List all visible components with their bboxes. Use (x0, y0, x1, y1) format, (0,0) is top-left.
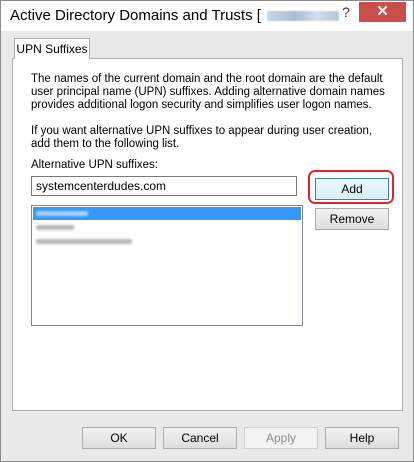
description-text: The names of the current domain and the … (31, 73, 385, 111)
upn-suffix-input[interactable] (31, 176, 297, 196)
list-item[interactable] (33, 235, 301, 248)
dialog-window: Active Directory Domains and Trusts [ ? … (0, 0, 414, 462)
cancel-button[interactable]: Cancel (163, 427, 237, 449)
upn-suffix-list[interactable] (31, 205, 303, 326)
remove-button[interactable]: Remove (315, 208, 389, 230)
redacted-server-name (266, 11, 339, 22)
title-help-button[interactable]: ? (333, 2, 359, 22)
redacted-suffix (36, 211, 88, 216)
apply-button[interactable]: Apply (244, 427, 318, 449)
window-title: Active Directory Domains and Trusts [ (10, 7, 339, 24)
redacted-suffix (36, 239, 132, 244)
list-item[interactable] (33, 221, 301, 234)
help-button[interactable]: Help (325, 427, 399, 449)
close-button[interactable]: ✕ (359, 2, 406, 22)
instruction-text: If you want alternative UPN suffixes to … (31, 125, 373, 150)
close-icon: ✕ (376, 3, 389, 20)
alternative-upn-label: Alternative UPN suffixes: (31, 159, 158, 171)
add-button[interactable]: Add (315, 178, 389, 200)
tab-upn-suffixes[interactable]: UPN Suffixes (14, 38, 90, 59)
ok-button[interactable]: OK (82, 427, 156, 449)
redacted-suffix (36, 225, 74, 230)
title-bar: Active Directory Domains and Trusts [ ? … (1, 1, 413, 31)
list-item[interactable] (33, 207, 301, 220)
window-title-text: Active Directory Domains and Trusts [ (10, 7, 261, 24)
tab-panel: The names of the current domain and the … (12, 58, 403, 411)
